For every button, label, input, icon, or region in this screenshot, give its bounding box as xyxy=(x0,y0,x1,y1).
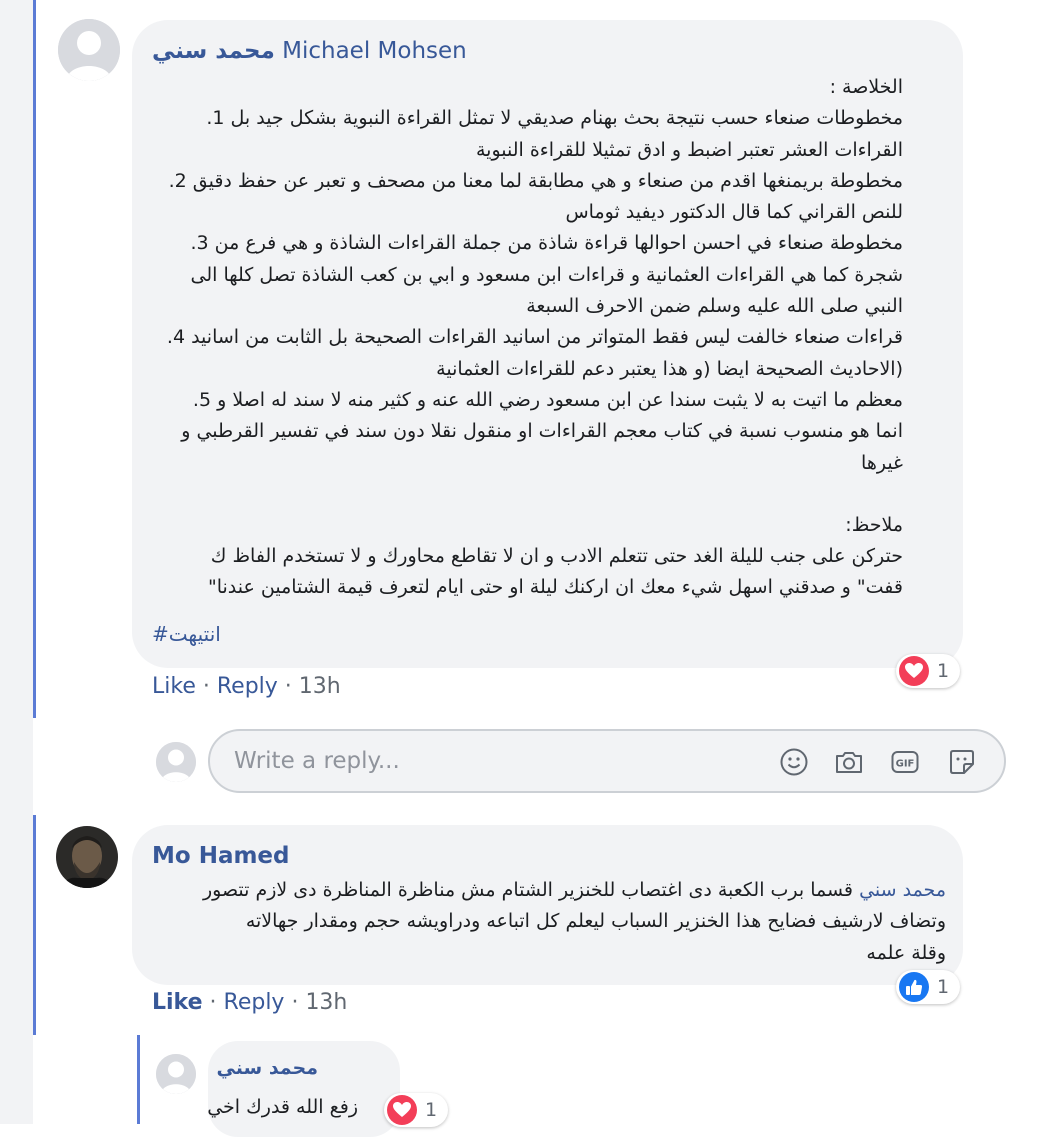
timestamp[interactable]: 13h xyxy=(305,990,347,1015)
thread-line xyxy=(33,815,36,1035)
text-line: مخطوطة بريمنغها اقدم من صنعاء و هي مطابق… xyxy=(168,169,903,192)
text-line xyxy=(143,479,903,510)
separator: · xyxy=(284,990,306,1015)
text-line: انما هو منسوب نسبة في كتاب معجم القراءات… xyxy=(181,420,903,443)
separator: · xyxy=(202,990,224,1015)
text-line: القراءات العشر تعتبر اضبط و ادق تمثيلا ل… xyxy=(475,138,903,161)
text-line: (الاحاديث الصحيحة ايضا (و هذا يعتبر دعم … xyxy=(436,357,903,380)
gif-label: GIF xyxy=(896,759,915,770)
author-name[interactable]: محمد سني xyxy=(217,1057,318,1079)
text-line: محمد سني قسما برب الكعبة دى اغتصاب للخنز… xyxy=(146,875,946,906)
text-line: وتضاف لارشيف فضايح هذا الخنزير السباب لي… xyxy=(245,910,946,933)
reaction-summary[interactable]: 1 xyxy=(896,970,960,1004)
text-line: قراءات صنعاء خالفت ليس فقط المتواتر من ا… xyxy=(166,326,903,349)
text-line: النبي صلى الله عليه وسلم ضمن الاحرف السب… xyxy=(526,295,903,318)
text-line: وقلة علمه xyxy=(866,941,946,964)
avatar[interactable] xyxy=(58,19,120,81)
reply-placeholder: Write a reply... xyxy=(234,748,400,774)
comment-bubble: Mo Hamed محمد سني قسما برب الكعبة دى اغت… xyxy=(132,825,963,985)
avatar[interactable] xyxy=(156,1054,196,1094)
text-line: للنص القراني كما قال الدكتور ديفيد ثوماس xyxy=(565,201,903,224)
camera-icon[interactable] xyxy=(834,747,864,777)
emoji-icon[interactable] xyxy=(779,747,809,777)
like-reaction-icon xyxy=(899,972,929,1002)
comment-text: زفع الله قدرك اخي xyxy=(207,1096,358,1118)
text-line: الخلاصة : xyxy=(829,76,903,98)
text-line: شجرة كما هي القراءات العثمانية و قراءات … xyxy=(190,263,904,286)
love-reaction-icon xyxy=(387,1095,417,1125)
text-line: قفت" و صدقني اسهل شيء معك ان اركنك ليلة … xyxy=(207,576,903,599)
thread-line xyxy=(33,0,36,718)
text-line: غيرها xyxy=(861,451,903,474)
text-line: معظم ما اتيت به لا يثبت سندا عن ابن مسعو… xyxy=(192,388,903,411)
text-line: حتركن على جنب لليلة الغد حتى تتعلم الادب… xyxy=(210,545,903,568)
mention-link[interactable]: محمد سني xyxy=(859,879,946,901)
text-line: مخطوطة صنعاء في احسن احوالها قراءة شاذة … xyxy=(190,232,904,255)
text-line: ملاحظ: xyxy=(845,513,903,536)
avatar xyxy=(156,742,196,782)
comment-text: الخلاصة : مخطوطات صنعاء حسب نتيجة بحث به… xyxy=(143,72,903,604)
gif-icon[interactable]: GIF xyxy=(890,747,920,777)
like-link[interactable]: Like xyxy=(152,990,203,1015)
comment-author[interactable]: محمد سني Michael Mohsen xyxy=(152,38,467,64)
reaction-count: 1 xyxy=(937,660,950,682)
sticker-icon[interactable] xyxy=(947,747,977,777)
avatar[interactable] xyxy=(56,826,118,888)
comment-bubble: محمد سني Michael Mohsen الخلاصة : مخطوطا… xyxy=(132,20,963,668)
timestamp[interactable]: 13h xyxy=(299,674,341,699)
reaction-count: 1 xyxy=(425,1099,438,1121)
comment-text: محمد سني قسما برب الكعبة دى اغتصاب للخنز… xyxy=(146,875,946,969)
reaction-count: 1 xyxy=(937,976,950,998)
hashtag-link[interactable]: #انتيهت xyxy=(152,622,221,646)
comment-bubble: محمد سني زفع الله قدرك اخي xyxy=(207,1041,400,1137)
love-reaction-icon xyxy=(899,656,929,686)
left-gutter xyxy=(0,0,33,1124)
author-name-arabic[interactable]: محمد سني xyxy=(152,38,275,64)
comment-actions: Like · Reply · 13h xyxy=(152,990,347,1015)
reply-link[interactable]: Reply xyxy=(224,990,285,1015)
text-line: مخطوطات صنعاء حسب نتيجة بحث بهنام صديقي … xyxy=(206,107,903,130)
reaction-summary[interactable]: 1 xyxy=(896,654,960,688)
text-segment: قسما برب الكعبة دى اغتصاب للخنزير الشتام… xyxy=(202,879,854,901)
separator: · xyxy=(195,674,217,699)
thread-line xyxy=(137,1035,140,1124)
reply-link[interactable]: Reply xyxy=(217,674,278,699)
comment-actions: Like · Reply · 13h xyxy=(152,674,341,699)
separator: · xyxy=(277,674,299,699)
reaction-summary[interactable]: 1 xyxy=(384,1093,448,1127)
author-name[interactable]: Michael Mohsen xyxy=(282,38,467,64)
author-name[interactable]: Mo Hamed xyxy=(152,843,290,869)
reply-input[interactable]: Write a reply... GIF xyxy=(208,729,1006,793)
like-link[interactable]: Like xyxy=(152,674,196,699)
